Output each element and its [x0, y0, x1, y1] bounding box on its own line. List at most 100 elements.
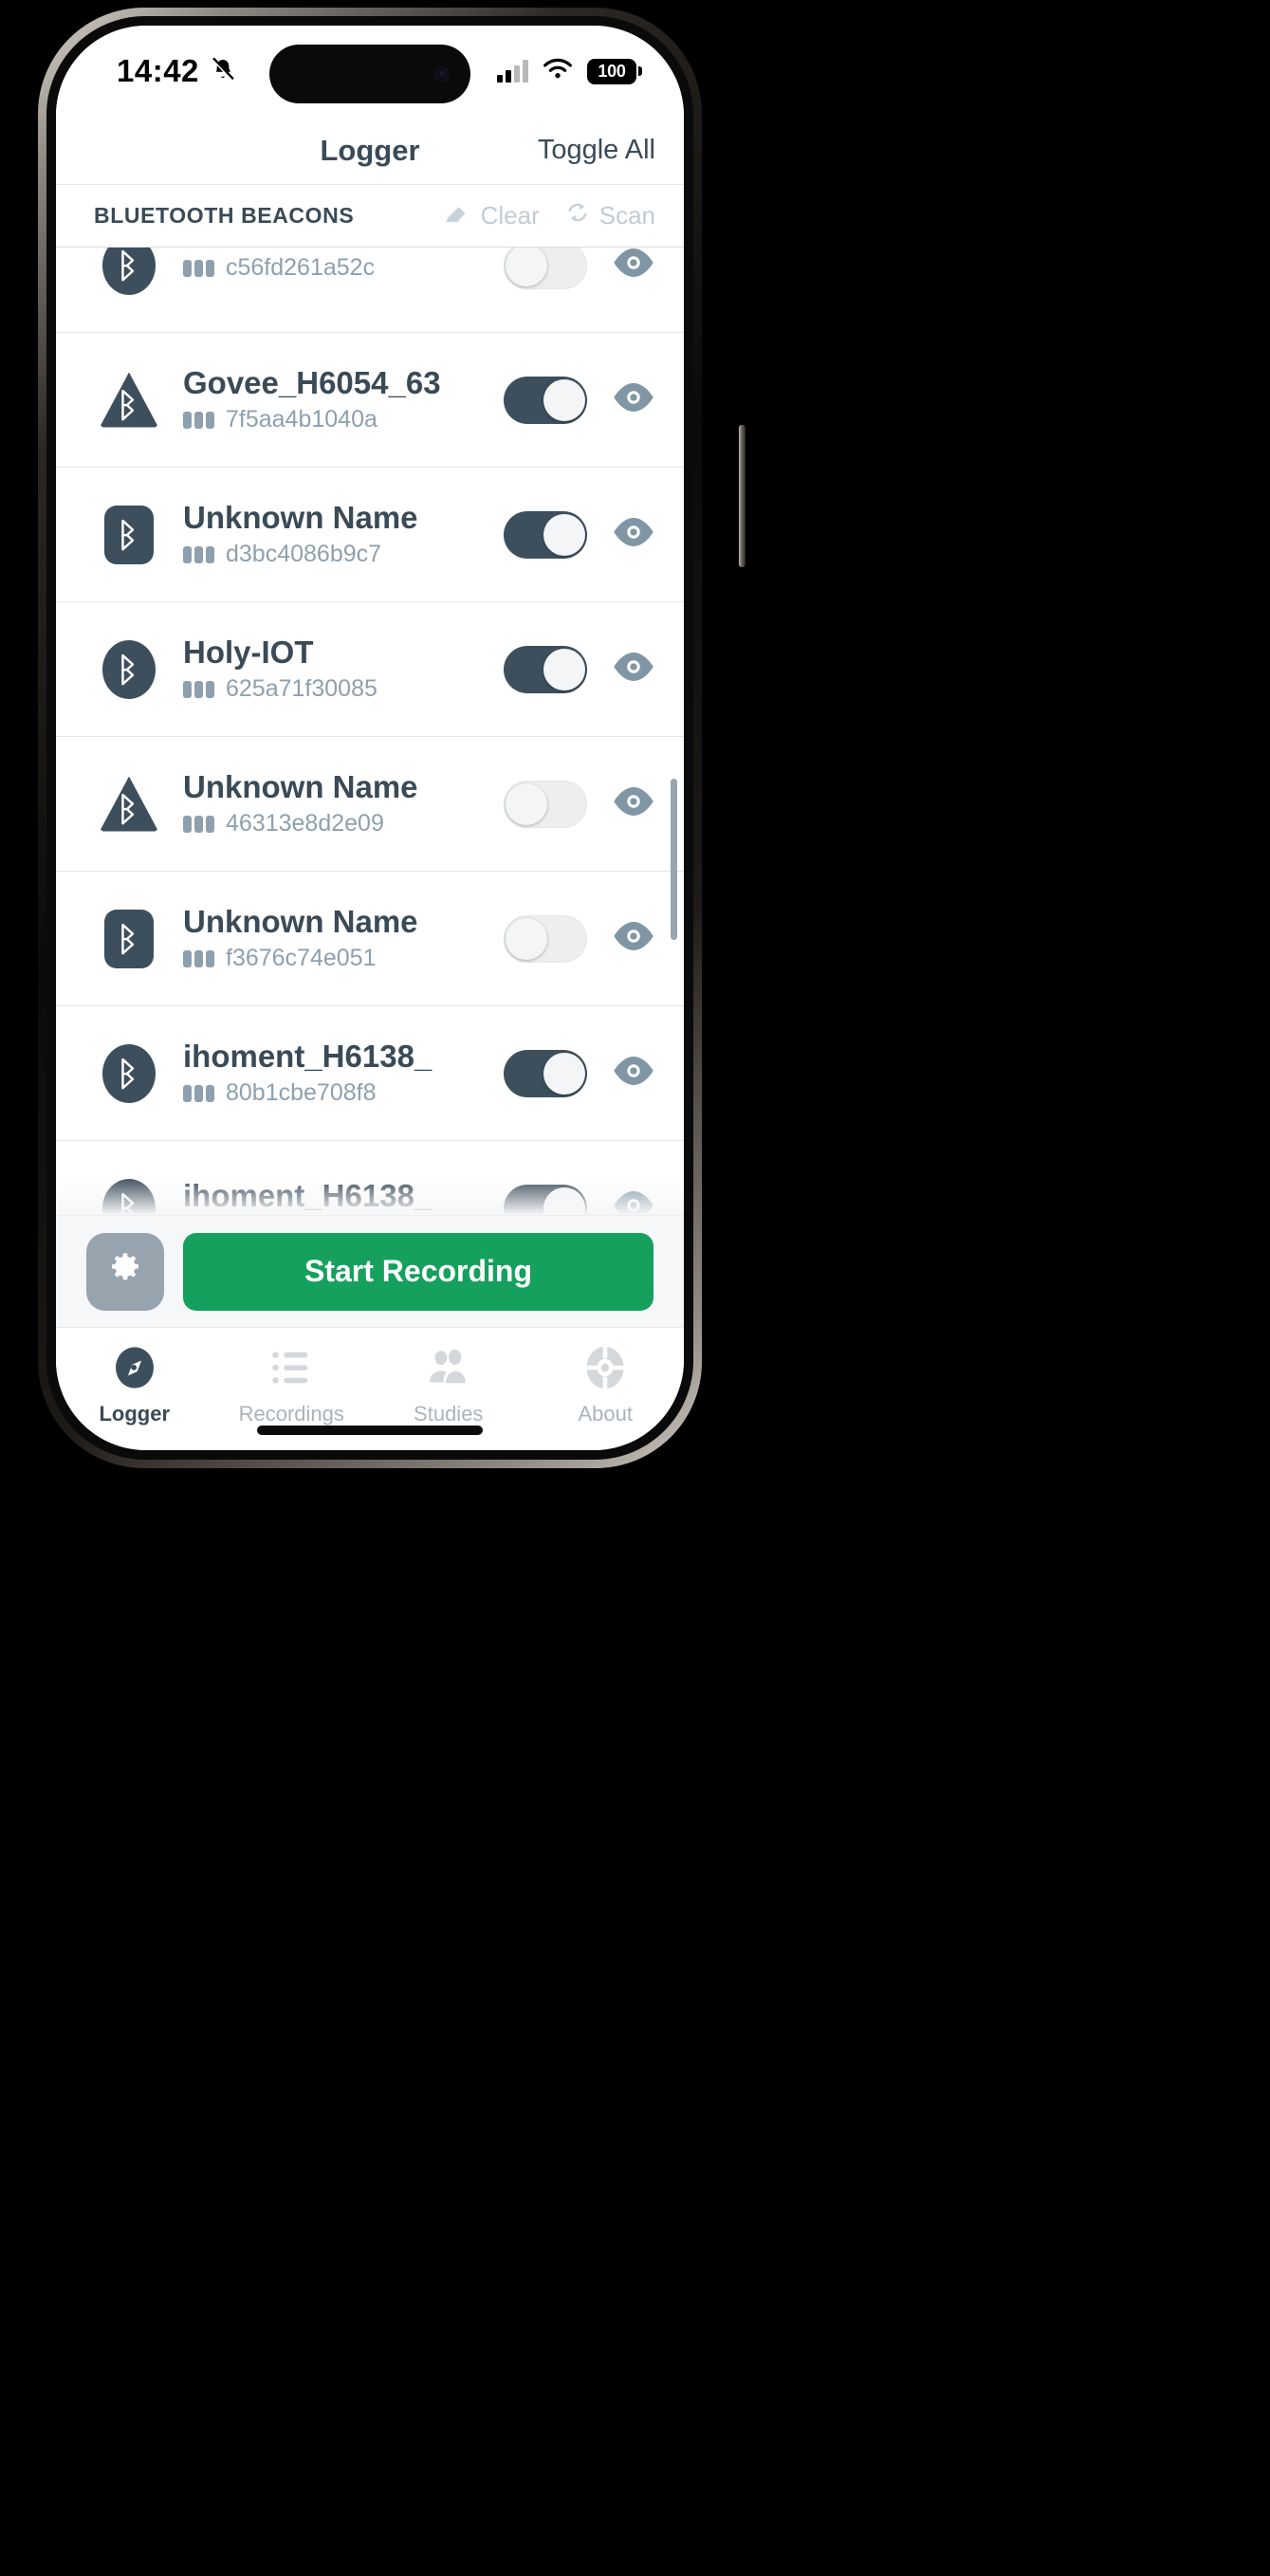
eye-icon[interactable]: [612, 510, 655, 559]
beacon-id: f3676c74e051: [226, 945, 377, 972]
beacon-enable-toggle[interactable]: [504, 914, 587, 963]
toggle-all-button[interactable]: Toggle All: [538, 135, 655, 166]
eye-icon[interactable]: [612, 780, 655, 828]
tab-label: Studies: [414, 1402, 484, 1426]
beacon-icon: [98, 505, 160, 564]
beacon-row[interactable]: Unknown Name 46313e8d2e09: [56, 737, 684, 872]
signal-strength-icon: [183, 680, 214, 698]
eraser-icon: [444, 201, 472, 230]
beacon-name: Unknown Name: [183, 499, 418, 535]
people-icon: [424, 1343, 473, 1392]
beacon-row[interactable]: Unknown Name d3bc4086b9c7: [56, 468, 684, 602]
tab-label: Logger: [99, 1402, 171, 1426]
list-icon: [267, 1343, 316, 1392]
beacon-controls: [496, 510, 655, 559]
bluetooth-square-icon: [104, 505, 154, 564]
beacon-enable-toggle[interactable]: [504, 510, 587, 559]
dynamic-island: [269, 45, 470, 103]
list-bottom-fade: [56, 1177, 684, 1215]
settings-button[interactable]: [86, 1232, 164, 1311]
tab-logger[interactable]: Logger: [56, 1343, 213, 1426]
beacon-row[interactable]: Holy-IOT 625a71f30085: [56, 602, 684, 737]
beacon-id: c56fd261a52c: [226, 254, 376, 281]
phone-screen: 14:42 100 Logger Toggle All BLUETOOTH BE…: [56, 26, 684, 1450]
beacon-enable-toggle[interactable]: [504, 780, 587, 828]
beacon-enable-toggle[interactable]: [504, 1049, 587, 1097]
tab-about[interactable]: About: [527, 1343, 685, 1426]
beacon-meta: c56fd261a52c: [183, 254, 496, 282]
beacon-row[interactable]: Govee_H6054_63 7f5aa4b1040a: [56, 333, 684, 468]
beacon-name: Unknown Name: [183, 768, 418, 804]
beacon-meta: 80b1cbe708f8: [183, 1079, 496, 1107]
gear-icon: [106, 1250, 144, 1293]
beacon-controls: [496, 780, 655, 828]
clear-button[interactable]: Clear: [444, 201, 540, 230]
beacon-enable-toggle[interactable]: [504, 248, 587, 289]
clear-label: Clear: [480, 201, 540, 230]
beacon-enable-toggle[interactable]: [504, 645, 587, 693]
beacon-icon: [98, 248, 160, 295]
list-scrollbar[interactable]: [671, 779, 677, 940]
compass-icon: [110, 1343, 159, 1392]
battery-indicator: 100: [587, 58, 642, 84]
signal-strength-icon: [183, 259, 214, 277]
section-title: BLUETOOTH BEACONS: [94, 203, 355, 228]
eye-icon[interactable]: [612, 645, 655, 693]
scan-button[interactable]: Scan: [564, 200, 655, 231]
eye-icon[interactable]: [612, 914, 655, 963]
beacon-list: c56fd261a52c Govee_H6054_63 7f5aa4b1040a Un…: [56, 248, 684, 1215]
lifebuoy-icon: [580, 1343, 630, 1392]
phone-frame: 14:42 100 Logger Toggle All BLUETOOTH BE…: [38, 8, 745, 1468]
beacon-info: c56fd261a52c: [160, 248, 496, 282]
tab-studies[interactable]: Studies: [370, 1343, 527, 1426]
bluetooth-square-icon: [104, 909, 154, 968]
beacon-row[interactable]: Unknown Name f3676c74e051: [56, 872, 684, 1006]
toggle-knob: [506, 248, 547, 286]
toggle-knob: [543, 378, 585, 421]
battery-cap: [638, 66, 642, 76]
beacon-meta: d3bc4086b9c7: [183, 541, 496, 568]
beacon-row[interactable]: c56fd261a52c: [56, 248, 684, 333]
front-camera-icon: [434, 66, 450, 82]
bluetooth-circle-icon: [102, 639, 156, 699]
beacon-id: 625a71f30085: [226, 675, 377, 703]
screenshot-stage: 14:42 100 Logger Toggle All BLUETOOTH BE…: [0, 0, 1270, 2576]
beacon-id: d3bc4086b9c7: [226, 541, 382, 568]
tab-recordings[interactable]: Recordings: [213, 1343, 371, 1426]
start-recording-button[interactable]: Start Recording: [183, 1232, 653, 1311]
beacon-id: 46313e8d2e09: [226, 810, 384, 837]
scan-label: Scan: [598, 201, 655, 230]
beacon-name: ihoment_H6138_: [183, 1038, 433, 1074]
beacon-enable-toggle[interactable]: [504, 376, 587, 424]
toggle-knob: [506, 782, 547, 825]
eye-icon[interactable]: [612, 248, 655, 289]
beacon-info: Holy-IOT 625a71f30085: [160, 635, 496, 704]
status-bar-right: 100: [497, 57, 642, 86]
nav-bar: Logger Toggle All: [56, 117, 684, 185]
signal-strength-icon: [183, 411, 214, 429]
home-indicator[interactable]: [257, 1426, 483, 1435]
beacon-info: Unknown Name d3bc4086b9c7: [160, 499, 496, 569]
signal-strength-icon: [183, 815, 214, 833]
beacon-icon: [98, 639, 160, 699]
tab-label: Recordings: [238, 1402, 344, 1426]
beacon-name: Govee_H6054_63: [183, 364, 441, 400]
bluetooth-circle-icon: [102, 1043, 156, 1103]
section-actions: Clear Scan: [444, 200, 655, 231]
beacon-controls: [496, 248, 655, 289]
beacon-name: Unknown Name: [183, 903, 418, 939]
bluetooth-triangle-icon: [100, 775, 158, 834]
beacon-controls: [496, 1049, 655, 1097]
beacon-info: Unknown Name 46313e8d2e09: [160, 768, 496, 838]
beacon-list-container[interactable]: c56fd261a52c Govee_H6054_63 7f5aa4b1040a Un…: [56, 248, 684, 1215]
beacon-info: Govee_H6054_63 7f5aa4b1040a: [160, 364, 496, 434]
beacon-meta: 625a71f30085: [183, 675, 496, 703]
beacon-name: Holy-IOT: [183, 634, 314, 670]
beacon-controls: [496, 376, 655, 424]
eye-icon[interactable]: [612, 1049, 655, 1097]
power-button[interactable]: [739, 425, 745, 567]
beacon-row[interactable]: ihoment_H6138_ 80b1cbe708f8: [56, 1006, 684, 1141]
refresh-icon: [564, 200, 591, 231]
toggle-knob: [506, 917, 547, 960]
eye-icon[interactable]: [612, 376, 655, 424]
